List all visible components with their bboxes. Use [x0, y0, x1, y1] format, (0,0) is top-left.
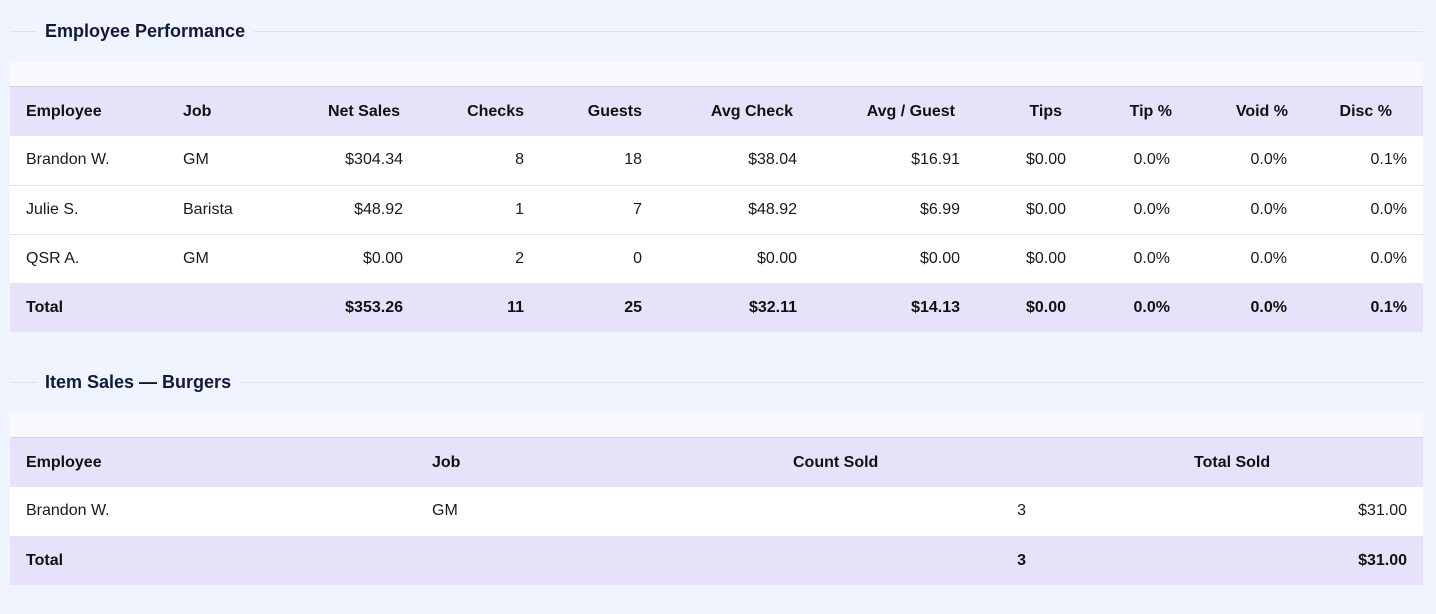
- cell-employee: Brandon W.: [10, 487, 416, 537]
- cell-checks: 2: [419, 234, 540, 284]
- total-total-sold: $31.00: [1358, 551, 1407, 569]
- total-tips: $0.00: [1025, 298, 1066, 316]
- total-count-sold: 3: [1017, 551, 1026, 569]
- column-header[interactable]: Job: [416, 438, 777, 487]
- table-row[interactable]: Brandon W. GM 3 $31.00: [10, 487, 1423, 537]
- cell-guests: 18: [540, 136, 658, 186]
- cell-net-sales: $48.92: [280, 185, 419, 235]
- column-header[interactable]: Job: [167, 87, 280, 136]
- cell-avg-check: $0.00: [658, 234, 813, 284]
- total-label: Total: [26, 298, 64, 316]
- table-total-row: Total 3 $31.00: [10, 536, 1423, 585]
- section-header: Employee Performance: [10, 15, 1423, 43]
- cell-avg-guest: $6.99: [813, 185, 976, 235]
- item-sales-table: Employee Job Count Sold Total Sold Brand…: [10, 413, 1423, 585]
- cell-tips: $0.00: [976, 136, 1082, 186]
- column-header[interactable]: Count Sold: [777, 438, 1042, 487]
- cell-avg-check: $48.92: [658, 185, 813, 235]
- table-row[interactable]: Julie S. Barista $48.92 1 7 $48.92 $6.99…: [10, 185, 1423, 235]
- cell-employee: QSR A.: [10, 234, 167, 284]
- cell-guests: 0: [540, 234, 658, 284]
- total-void-pct: 0.0%: [1250, 298, 1287, 316]
- cell-net-sales: $0.00: [280, 234, 419, 284]
- cell-disc-pct: 0.0%: [1303, 185, 1423, 235]
- column-header[interactable]: Employee: [10, 87, 167, 136]
- total-avg-guest: $14.13: [911, 298, 960, 316]
- table-row[interactable]: Brandon W. GM $304.34 8 18 $38.04 $16.91…: [10, 136, 1423, 186]
- cell-guests: 7: [540, 185, 658, 235]
- table-row[interactable]: QSR A. GM $0.00 2 0 $0.00 $0.00 $0.00 0.…: [10, 234, 1423, 284]
- column-header[interactable]: Tips: [976, 87, 1082, 136]
- total-job: [167, 283, 280, 332]
- cell-disc-pct: 0.0%: [1303, 234, 1423, 284]
- section-title: Employee Performance: [36, 19, 255, 43]
- employee-performance-section: Employee Performance: [10, 15, 1423, 43]
- cell-checks: 8: [419, 136, 540, 186]
- column-header[interactable]: Net Sales: [280, 87, 419, 136]
- total-label: Total: [26, 551, 64, 569]
- cell-tip-pct: 0.0%: [1082, 234, 1186, 284]
- total-job: [416, 536, 777, 585]
- column-header[interactable]: Checks: [419, 87, 540, 136]
- total-tip-pct: 0.0%: [1133, 298, 1170, 316]
- cell-tip-pct: 0.0%: [1082, 136, 1186, 186]
- cell-avg-guest: $0.00: [813, 234, 976, 284]
- cell-tips: $0.00: [976, 234, 1082, 284]
- cell-employee: Julie S.: [10, 185, 167, 235]
- cell-job: Barista: [167, 185, 280, 235]
- table-header-row: Employee Job Count Sold Total Sold: [10, 438, 1423, 487]
- table-total-row: Total $353.26 11 25 $32.11 $14.13 $0.00 …: [10, 283, 1423, 332]
- cell-net-sales: $304.34: [280, 136, 419, 186]
- column-header[interactable]: Disc %: [1303, 87, 1423, 136]
- total-avg-check: $32.11: [748, 298, 797, 316]
- cell-tips: $0.00: [976, 185, 1082, 235]
- employee-performance-table: Employee Job Net Sales Checks Guests Avg…: [10, 62, 1423, 332]
- cell-total-sold: $31.00: [1042, 487, 1423, 537]
- cell-avg-guest: $16.91: [813, 136, 976, 186]
- cell-tip-pct: 0.0%: [1082, 185, 1186, 235]
- total-checks: 11: [507, 298, 524, 316]
- column-header[interactable]: Guests: [540, 87, 658, 136]
- total-guests: 25: [624, 298, 642, 316]
- column-header[interactable]: Total Sold: [1042, 438, 1423, 487]
- section-title: Item Sales — Burgers: [36, 370, 241, 394]
- cell-checks: 1: [419, 185, 540, 235]
- table-toolbar: [10, 62, 1423, 87]
- total-net-sales: $353.26: [345, 298, 403, 316]
- cell-job: GM: [167, 136, 280, 186]
- column-header[interactable]: Void %: [1186, 87, 1303, 136]
- cell-void-pct: 0.0%: [1186, 185, 1303, 235]
- cell-void-pct: 0.0%: [1186, 234, 1303, 284]
- cell-employee: Brandon W.: [10, 136, 167, 186]
- column-header[interactable]: Avg / Guest: [813, 87, 976, 136]
- section-header: Item Sales — Burgers: [10, 366, 1423, 394]
- cell-void-pct: 0.0%: [1186, 136, 1303, 186]
- cell-job: GM: [416, 487, 777, 537]
- table-toolbar: [10, 413, 1423, 438]
- cell-avg-check: $38.04: [658, 136, 813, 186]
- cell-job: GM: [167, 234, 280, 284]
- column-header[interactable]: Avg Check: [658, 87, 813, 136]
- column-header[interactable]: Tip %: [1082, 87, 1186, 136]
- cell-count-sold: 3: [777, 487, 1042, 537]
- total-disc-pct: 0.1%: [1370, 298, 1407, 316]
- column-header[interactable]: Employee: [10, 438, 416, 487]
- cell-disc-pct: 0.1%: [1303, 136, 1423, 186]
- item-sales-section: Item Sales — Burgers: [10, 366, 1423, 394]
- table-header-row: Employee Job Net Sales Checks Guests Avg…: [10, 87, 1423, 136]
